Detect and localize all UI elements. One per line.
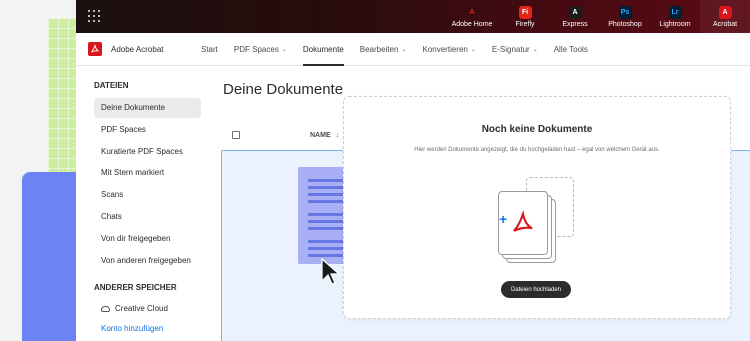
nav-label: Start — [201, 44, 218, 54]
nav-konvertieren[interactable]: Konvertieren ⌄ — [415, 33, 484, 66]
upload-files-button[interactable]: Dateien hochladen — [501, 281, 571, 298]
nav-alle-tools[interactable]: Alle Tools — [546, 33, 596, 66]
app-acrobat[interactable]: A Acrobat — [700, 0, 750, 33]
nav-label: PDF Spaces — [233, 44, 279, 54]
page-title: Deine Dokumente — [223, 81, 344, 98]
brand-name: Adobe Acrobat — [111, 44, 164, 54]
app-express[interactable]: A Express — [550, 0, 600, 33]
top-app-bar: A Adobe Home Fi Firefly A Express Ps Photoshop L… — [76, 0, 750, 33]
sidebar-section-files: DATEIEN — [94, 81, 129, 90]
firefly-icon: Fi — [518, 5, 532, 19]
creative-cloud-icon — [101, 305, 110, 312]
acrobat-window: A Adobe Home Fi Firefly A Express Ps Photoshop L… — [76, 0, 750, 341]
sidebar-item-scans[interactable]: Scans — [94, 185, 201, 205]
nav-dokumente[interactable]: Dokumente — [295, 33, 352, 66]
add-account-link[interactable]: Konto hinzufügen — [101, 324, 216, 333]
sidebar: DATEIEN Deine Dokumente PDF Spaces Kuratie… — [76, 67, 216, 341]
chevron-down-icon: ⌄ — [401, 46, 407, 53]
adobe-logo-icon: A — [469, 8, 475, 16]
app-photoshop[interactable]: Ps Photoshop — [600, 0, 650, 33]
select-all-checkbox[interactable] — [232, 131, 240, 139]
nav-bearbeiten[interactable]: Bearbeiten ⌄ — [352, 33, 415, 66]
sidebar-item-kuratierte-pdf-spaces[interactable]: Kuratierte PDF Spaces — [94, 142, 201, 162]
app-adobe-home[interactable]: A Adobe Home — [444, 0, 500, 33]
app-lightroom[interactable]: Lr Lightroom — [650, 0, 700, 33]
empty-state-title: Noch keine Dokumente — [481, 124, 593, 135]
sort-arrow-icon[interactable]: ↓ — [336, 132, 340, 139]
sidebar-item-deine-dokumente[interactable]: Deine Dokumente — [94, 98, 201, 118]
app-launcher: A Adobe Home Fi Firefly A Express Ps Photoshop L… — [444, 0, 750, 33]
sidebar-item-pdf-spaces[interactable]: PDF Spaces — [94, 120, 201, 140]
sidebar-item-creative-cloud[interactable]: Creative Cloud — [101, 300, 216, 318]
empty-state-subtitle: Hier werden Dokumente angezeigt, die du … — [414, 147, 660, 153]
nav-start[interactable]: Start — [193, 33, 226, 66]
express-icon: A — [568, 5, 582, 19]
app-label: Adobe Home — [451, 20, 493, 28]
sidebar-item-mit-stern-markiert[interactable]: Mit Stern markiert — [94, 163, 201, 183]
photoshop-icon: Ps — [618, 5, 632, 19]
acrobat-logo-icon — [88, 42, 102, 56]
sidebar-item-von-anderen-freigegeben[interactable]: Von anderen freigegeben — [94, 251, 201, 271]
nav-e-signatur[interactable]: E-Signatur ⌄ — [484, 33, 546, 66]
secondary-nav: Adobe Acrobat Start PDF Spaces ⌄ Dokumente B… — [76, 33, 750, 66]
sidebar-section-other-storage: ANDERER SPEICHER — [94, 282, 177, 292]
sidebar-item-chats[interactable]: Chats — [94, 207, 201, 227]
nav-label: E-Signatur — [491, 44, 530, 54]
nav-label: Bearbeiten — [359, 44, 399, 54]
nav-label: Dokumente — [302, 44, 344, 54]
acrobat-icon: A — [718, 5, 732, 19]
app-firefly[interactable]: Fi Firefly — [500, 0, 550, 33]
empty-docs-illustration-icon — [498, 177, 576, 267]
app-label: Firefly — [515, 20, 535, 28]
nav-label: Alle Tools — [553, 44, 588, 54]
app-label: Lightroom — [659, 20, 691, 28]
brand[interactable]: Adobe Acrobat — [88, 42, 193, 56]
list-header: NAME ↓ — [232, 129, 352, 141]
column-header-name[interactable]: NAME — [310, 132, 331, 139]
lightroom-icon: Lr — [668, 5, 682, 19]
empty-state-panel: Noch keine Dokumente Hier werden Dokumen… — [343, 96, 731, 319]
chevron-down-icon: ⌄ — [281, 46, 287, 53]
sidebar-item-label: Creative Cloud — [115, 304, 168, 314]
app-label: Photoshop — [608, 20, 642, 28]
mouse-pointer-icon — [321, 257, 341, 285]
app-label: Acrobat — [712, 20, 738, 28]
nav-links: Start PDF Spaces ⌄ Dokumente Bearbeiten ⌄ Konv… — [193, 33, 596, 66]
nav-pdf-spaces[interactable]: PDF Spaces ⌄ — [226, 33, 295, 66]
chevron-down-icon: ⌄ — [532, 46, 538, 53]
app-label: Express — [562, 20, 588, 28]
add-plus-icon: + — [499, 211, 508, 227]
main-content: Deine Dokumente NAME ↓ Noch keine Dokume… — [221, 67, 750, 341]
nav-label: Konvertieren — [422, 44, 468, 54]
sidebar-item-von-dir-freigegeben[interactable]: Von dir freigegeben — [94, 229, 201, 249]
app-switcher-icon[interactable] — [88, 10, 100, 22]
chevron-down-icon: ⌄ — [470, 46, 476, 53]
